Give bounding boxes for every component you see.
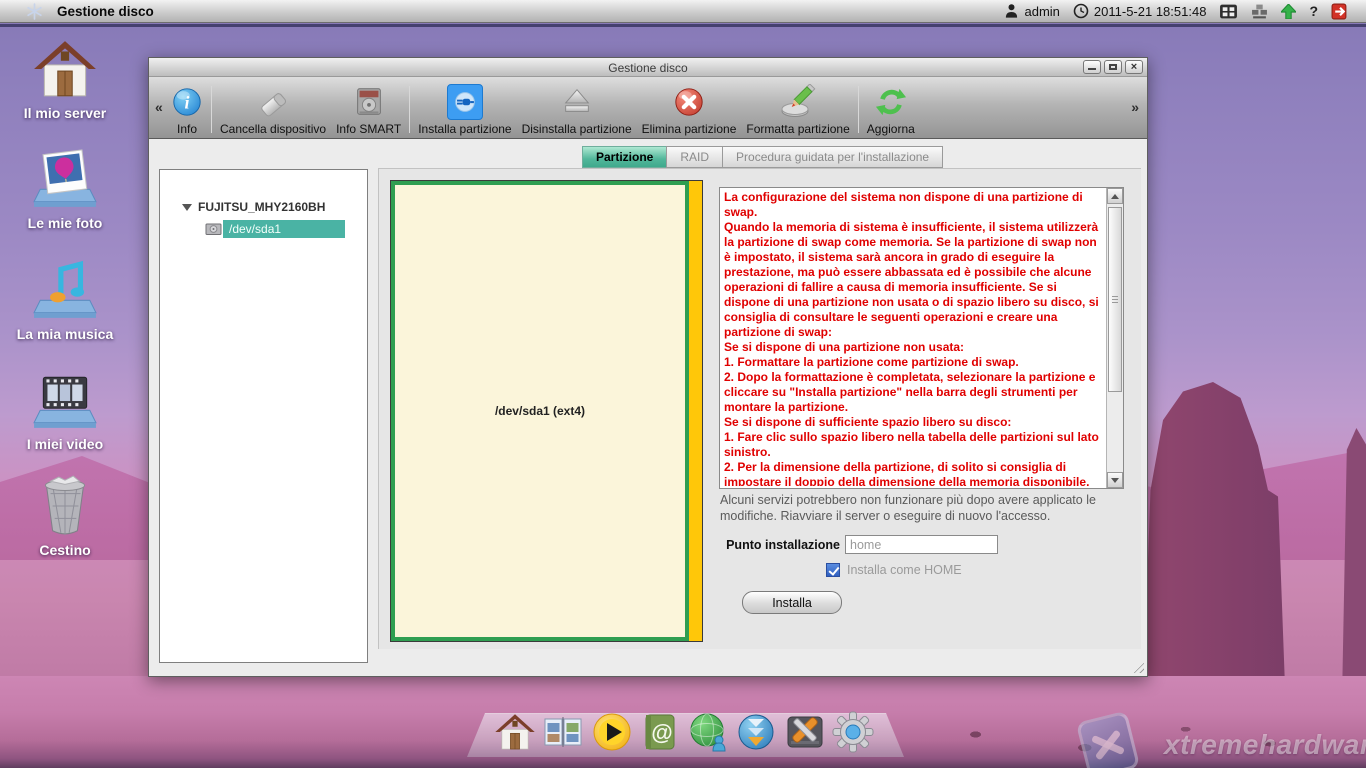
partition-name-selected: /dev/sda1 bbox=[223, 220, 345, 238]
desktop-icon-label: La mia musica bbox=[17, 326, 114, 342]
desktop: Gestione disco admin 2011-5-21 18:51:48 … bbox=[0, 0, 1366, 768]
maximize-button[interactable] bbox=[1104, 60, 1122, 74]
photos-icon bbox=[32, 146, 98, 212]
format-pencil-icon bbox=[780, 84, 816, 120]
toolbar-separator bbox=[211, 86, 212, 133]
app-grid-icon[interactable] bbox=[1219, 3, 1238, 20]
install-button[interactable]: Installa bbox=[742, 591, 842, 614]
partition-block-sda1[interactable]: /dev/sda1 (ext4) bbox=[391, 181, 689, 641]
toolbar-scroll-right[interactable]: » bbox=[1131, 99, 1139, 115]
eraser-icon bbox=[255, 84, 291, 120]
mount-as-home-label: Installa come HOME bbox=[847, 563, 962, 577]
window-titlebar[interactable]: Gestione disco × bbox=[149, 58, 1147, 77]
desktop-icon-my-photos[interactable]: Le mie foto bbox=[5, 146, 125, 231]
desktop-icon-label: I miei video bbox=[27, 436, 103, 452]
dock-settings-icon[interactable] bbox=[832, 711, 874, 753]
system-logo-icon[interactable] bbox=[26, 3, 43, 20]
device-tree-panel: FUJITSU_MHY2160BH /dev/sda1 bbox=[159, 169, 368, 663]
plug-icon bbox=[450, 87, 480, 117]
top-menu-bar: Gestione disco admin 2011-5-21 18:51:48 … bbox=[0, 0, 1366, 23]
tab-partition[interactable]: Partizione bbox=[582, 146, 666, 168]
smart-disk-icon bbox=[352, 85, 386, 119]
desktop-icon-label: Cestino bbox=[39, 542, 90, 558]
scroll-down-button[interactable] bbox=[1107, 472, 1123, 488]
tab-raid[interactable]: RAID bbox=[666, 146, 722, 168]
dock-contacts-icon[interactable] bbox=[639, 711, 681, 753]
window-resize-grip[interactable] bbox=[1131, 660, 1144, 673]
video-icon bbox=[32, 367, 98, 433]
window-toolbar: « » Info Cancella dispositivo Info SMART bbox=[149, 77, 1147, 139]
window-title: Gestione disco bbox=[149, 61, 1147, 75]
toolbar-mount-partition-button[interactable]: Installa partizione bbox=[413, 81, 516, 136]
tree-device-node[interactable]: FUJITSU_MHY2160BH bbox=[182, 200, 325, 214]
disk-management-window: Gestione disco × « » Info Cancella dispo… bbox=[148, 57, 1148, 677]
toolbar-separator bbox=[409, 86, 410, 133]
mount-as-home-checkbox[interactable] bbox=[826, 563, 840, 577]
watermark-text: xtremehardware.it bbox=[1164, 729, 1366, 761]
clock-widget: 2011-5-21 18:51:48 bbox=[1073, 3, 1207, 19]
scrollbar-thumb[interactable] bbox=[1108, 207, 1122, 392]
dock-home-icon[interactable] bbox=[494, 711, 536, 753]
workgroup-icon[interactable] bbox=[1251, 4, 1268, 19]
toolbar-unmount-partition-button[interactable]: Disinstalla partizione bbox=[517, 81, 637, 136]
dock-downloads-icon[interactable] bbox=[735, 711, 777, 753]
scroll-up-button[interactable] bbox=[1107, 188, 1123, 204]
toolbar-smart-info-button[interactable]: Info SMART bbox=[331, 81, 406, 136]
device-name: FUJITSU_MHY2160BH bbox=[198, 200, 325, 214]
desktop-icon-label: Le mie foto bbox=[28, 215, 103, 231]
dock-disk-utility-icon[interactable] bbox=[784, 711, 826, 753]
help-icon[interactable]: ? bbox=[1309, 3, 1318, 19]
clock-icon bbox=[1073, 3, 1089, 19]
minimize-button[interactable] bbox=[1083, 60, 1101, 74]
tree-expand-icon[interactable] bbox=[182, 204, 192, 211]
close-button[interactable]: × bbox=[1125, 60, 1143, 74]
desktop-icon-my-music[interactable]: La mia musica bbox=[5, 257, 125, 342]
info-icon bbox=[171, 86, 203, 118]
music-icon bbox=[32, 257, 98, 323]
eject-icon bbox=[560, 85, 594, 119]
partition-block-label: /dev/sda1 (ext4) bbox=[495, 404, 585, 418]
toolbar-info-button[interactable]: Info bbox=[166, 81, 208, 136]
swap-warning-panel: La configurazione del sistema non dispon… bbox=[719, 187, 1124, 489]
mount-point-label: Punto installazione bbox=[709, 538, 840, 552]
user-menu[interactable]: admin bbox=[1004, 3, 1059, 19]
house-icon bbox=[32, 36, 98, 102]
desktop-icon-my-videos[interactable]: I miei video bbox=[5, 367, 125, 452]
topbar-accent-line bbox=[0, 24, 1366, 27]
tab-install-wizard[interactable]: Procedura guidata per l'installazione bbox=[722, 146, 943, 168]
refresh-icon bbox=[875, 86, 907, 118]
scrollbar[interactable] bbox=[1106, 188, 1123, 488]
dock-media-player-icon[interactable] bbox=[591, 711, 633, 753]
datetime-text: 2011-5-21 18:51:48 bbox=[1094, 4, 1207, 19]
swap-warning-text: La configurazione del sistema non dispon… bbox=[724, 190, 1101, 486]
service-restart-notice: Alcuni servizi potrebbero non funzionare… bbox=[720, 492, 1135, 524]
toolbar-refresh-button[interactable]: Aggiorna bbox=[862, 81, 920, 136]
dock-network-chat-icon[interactable] bbox=[687, 711, 729, 753]
trash-icon bbox=[32, 473, 98, 539]
upload-arrow-icon[interactable] bbox=[1281, 4, 1296, 19]
partition-map[interactable]: /dev/sda1 (ext4) bbox=[390, 180, 703, 642]
tree-partition-node[interactable]: /dev/sda1 bbox=[205, 219, 345, 238]
desktop-icon-label: Il mio server bbox=[24, 105, 107, 121]
toolbar-format-partition-button[interactable]: Formatta partizione bbox=[741, 81, 854, 136]
toolbar-delete-partition-button[interactable]: Elimina partizione bbox=[637, 81, 742, 136]
user-name: admin bbox=[1024, 4, 1059, 19]
desktop-icon-trash[interactable]: Cestino bbox=[5, 473, 125, 558]
toolbar-scroll-left[interactable]: « bbox=[155, 99, 163, 115]
topbar-app-title: Gestione disco bbox=[57, 4, 154, 19]
logout-icon[interactable] bbox=[1331, 3, 1348, 20]
delete-x-icon bbox=[673, 86, 705, 118]
toolbar-erase-device-button[interactable]: Cancella dispositivo bbox=[215, 81, 331, 136]
user-icon bbox=[1004, 3, 1019, 19]
desktop-icon-my-server[interactable]: Il mio server bbox=[5, 36, 125, 121]
partition-tab-content: /dev/sda1 (ext4) La configurazione del s… bbox=[378, 168, 1141, 649]
dock-photo-album-icon[interactable] bbox=[542, 711, 584, 753]
disk-icon bbox=[205, 221, 222, 236]
tab-bar: Partizione RAID Procedura guidata per l'… bbox=[582, 146, 943, 168]
toolbar-separator bbox=[858, 86, 859, 133]
mount-point-input[interactable] bbox=[845, 535, 998, 554]
selected-tool-highlight bbox=[447, 84, 483, 120]
